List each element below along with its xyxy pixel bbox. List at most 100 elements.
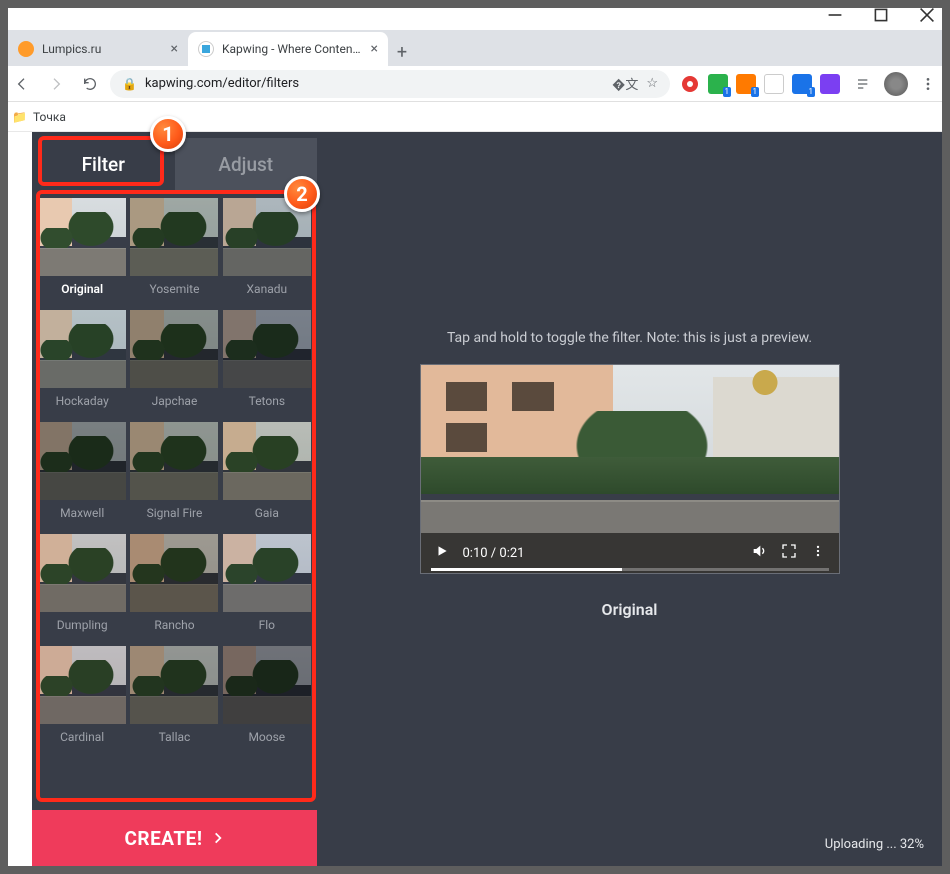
- create-label: CREATE!: [124, 827, 202, 850]
- chevron-right-icon: [211, 827, 225, 850]
- filter-label: Moose: [248, 724, 285, 754]
- bookmarks-bar: 📁 Точка: [0, 102, 950, 132]
- star-icon[interactable]: ☆: [646, 76, 658, 91]
- profile-avatar[interactable]: [884, 72, 908, 96]
- filter-thumb: [130, 534, 218, 612]
- folder-icon: 📁: [12, 110, 27, 124]
- filter-thumb: [130, 310, 218, 388]
- nav-forward[interactable]: [42, 70, 70, 98]
- filter-label: Cardinal: [60, 724, 104, 754]
- favicon-kapwing: [198, 41, 214, 57]
- browser-menu[interactable]: [914, 70, 942, 98]
- upload-status: Uploading ... 32%: [825, 837, 924, 852]
- ext-adblock[interactable]: [680, 74, 700, 94]
- ext-orange[interactable]: 1: [736, 74, 756, 94]
- filter-thumb: [38, 422, 126, 500]
- filter-label: Tetons: [249, 388, 285, 418]
- video-preview[interactable]: 0:10 / 0:21: [420, 364, 840, 574]
- browser-toolbar: 🔒 kapwing.com/editor/filters �文 ☆ 1 1 1: [0, 66, 950, 102]
- video-menu-icon[interactable]: [811, 544, 825, 562]
- favicon-lumpics: [18, 41, 34, 57]
- filter-grid: Original Yosemite Xanadu Hockaday Japchae Tet…: [32, 190, 317, 810]
- preview-area: Tap and hold to toggle the filter. Note:…: [317, 132, 942, 866]
- window-maximize[interactable]: [858, 0, 904, 30]
- video-time: 0:10 / 0:21: [463, 546, 525, 561]
- filter-label: Original: [61, 276, 103, 306]
- filter-label: Gaia: [255, 500, 279, 530]
- tab-title-0: Lumpics.ru: [42, 42, 163, 56]
- filter-xanadu[interactable]: Xanadu: [223, 198, 311, 306]
- filter-thumb: [38, 198, 126, 276]
- tab-adjust[interactable]: Adjust: [175, 138, 318, 190]
- tab-filter[interactable]: Filter: [32, 138, 175, 190]
- ext-green[interactable]: 1: [708, 74, 728, 94]
- filter-moose[interactable]: Moose: [223, 646, 311, 754]
- filter-label: Yosemite: [150, 276, 200, 306]
- ext-white[interactable]: [764, 74, 784, 94]
- filter-maxwell[interactable]: Maxwell: [38, 422, 126, 530]
- filter-thumb: [223, 310, 311, 388]
- ext-blue[interactable]: 1: [792, 74, 812, 94]
- filter-thumb: [130, 646, 218, 724]
- fullscreen-icon[interactable]: [781, 543, 797, 563]
- kapwing-editor: Filter Adjust Original Yosemite Xanadu Hock…: [32, 132, 942, 866]
- window-titlebar: [0, 0, 950, 30]
- filter-thumb: [223, 198, 311, 276]
- browser-tab-1[interactable]: Kapwing - Where Content Creati... ×: [188, 32, 388, 66]
- window-close[interactable]: [904, 0, 950, 30]
- extensions: 1 1 1: [676, 74, 844, 94]
- filter-thumb: [223, 534, 311, 612]
- browser-tab-strip: Lumpics.ru × Kapwing - Where Content Cre…: [0, 30, 950, 66]
- window-minimize[interactable]: [812, 0, 858, 30]
- preview-hint: Tap and hold to toggle the filter. Note:…: [447, 330, 812, 346]
- nav-back[interactable]: [8, 70, 36, 98]
- create-button[interactable]: CREATE!: [32, 810, 317, 866]
- filter-label: Hockaday: [56, 388, 109, 418]
- filter-label: Flo: [259, 612, 275, 642]
- video-progress[interactable]: [431, 568, 829, 571]
- filter-label: Dumpling: [57, 612, 108, 642]
- filter-flo[interactable]: Flo: [223, 534, 311, 642]
- new-tab-button[interactable]: +: [388, 38, 416, 66]
- play-icon[interactable]: [435, 544, 449, 562]
- filter-thumb: [38, 310, 126, 388]
- filter-original[interactable]: Original: [38, 198, 126, 306]
- translate-icon[interactable]: �文: [612, 74, 638, 93]
- filter-tallac[interactable]: Tallac: [130, 646, 218, 754]
- video-progress-fill: [431, 568, 622, 571]
- filter-label: Signal Fire: [147, 500, 203, 530]
- reading-list-icon[interactable]: [850, 70, 878, 98]
- url-text: kapwing.com/editor/filters: [145, 76, 299, 91]
- filter-tetons[interactable]: Tetons: [223, 310, 311, 418]
- filter-label: Japchae: [152, 388, 198, 418]
- filter-yosemite[interactable]: Yosemite: [130, 198, 218, 306]
- filter-thumb: [130, 198, 218, 276]
- filter-signal-fire[interactable]: Signal Fire: [130, 422, 218, 530]
- filter-hockaday[interactable]: Hockaday: [38, 310, 126, 418]
- tab-close-1[interactable]: ×: [371, 41, 378, 57]
- filter-label: Xanadu: [247, 276, 288, 306]
- sidebar: Filter Adjust Original Yosemite Xanadu Hock…: [32, 132, 317, 866]
- address-bar[interactable]: 🔒 kapwing.com/editor/filters �文 ☆: [110, 70, 670, 98]
- filter-cardinal[interactable]: Cardinal: [38, 646, 126, 754]
- filter-gaia[interactable]: Gaia: [223, 422, 311, 530]
- filter-label: Rancho: [154, 612, 194, 642]
- nav-reload[interactable]: [76, 70, 104, 98]
- browser-tab-0[interactable]: Lumpics.ru ×: [8, 32, 188, 66]
- filter-thumb: [130, 422, 218, 500]
- filter-thumb: [38, 646, 126, 724]
- bookmark-tochka[interactable]: 📁 Точка: [12, 110, 66, 124]
- filter-japchae[interactable]: Japchae: [130, 310, 218, 418]
- filter-dumpling[interactable]: Dumpling: [38, 534, 126, 642]
- tab-title-1: Kapwing - Where Content Creati...: [222, 42, 363, 56]
- filter-thumb: [223, 422, 311, 500]
- ext-purple[interactable]: [820, 74, 840, 94]
- lock-icon: 🔒: [122, 77, 137, 91]
- bookmark-label: Точка: [33, 110, 66, 124]
- filter-thumb: [38, 534, 126, 612]
- sidebar-tabs: Filter Adjust: [32, 138, 317, 190]
- filter-rancho[interactable]: Rancho: [130, 534, 218, 642]
- filter-label: Tallac: [159, 724, 191, 754]
- volume-icon[interactable]: [751, 543, 767, 563]
- tab-close-0[interactable]: ×: [171, 41, 178, 57]
